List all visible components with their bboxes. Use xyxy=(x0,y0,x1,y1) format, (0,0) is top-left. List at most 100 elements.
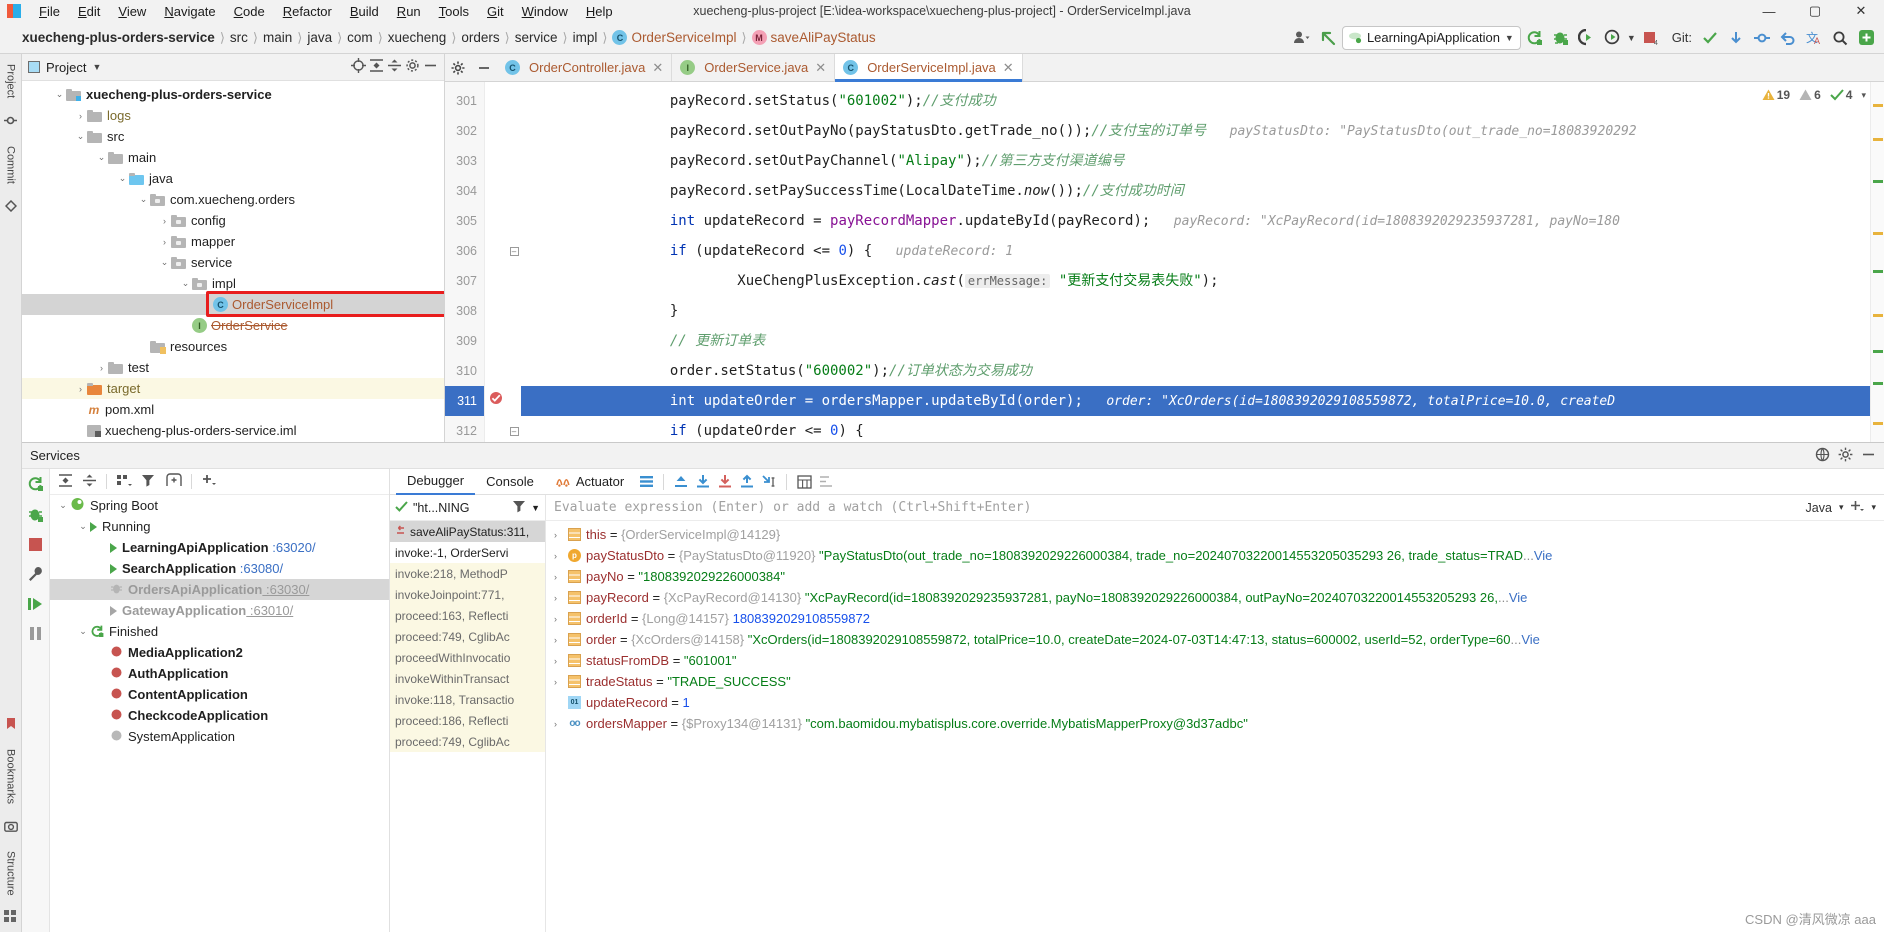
fold-marker[interactable] xyxy=(507,326,521,356)
tree-node-src[interactable]: ⌄ src xyxy=(22,126,444,147)
tree-expand-arrow[interactable]: ⌄ xyxy=(95,152,108,163)
strip-item-bookmarks[interactable]: Bookmarks xyxy=(5,749,17,804)
debugger-tab-strip[interactable]: Debugger Console Actuator xyxy=(390,469,1884,495)
tree-node-com.xuecheng.orders[interactable]: ⌄ com.xuecheng.orders xyxy=(22,189,444,210)
view-value-link[interactable]: Vie xyxy=(1521,632,1540,647)
breadcrumb-item-6[interactable]: orders xyxy=(461,30,499,45)
pause-program-icon[interactable] xyxy=(28,626,43,644)
collapse-all-services-icon[interactable] xyxy=(82,473,97,491)
stack-frame[interactable]: invokeWithinTransact xyxy=(390,668,545,689)
tree-node-OrderServiceImpl[interactable]: C OrderServiceImpl xyxy=(22,294,444,315)
tree-node-config[interactable]: › config xyxy=(22,210,444,231)
tree-node-pom.xml[interactable]: m pom.xml xyxy=(22,399,444,420)
service-expand-arrow[interactable]: ⌄ xyxy=(76,626,90,637)
close-button[interactable]: ✕ xyxy=(1838,3,1884,19)
service-port[interactable]: :63030/ xyxy=(262,582,309,597)
add-service-icon[interactable] xyxy=(201,473,217,491)
commit-icon[interactable] xyxy=(1750,26,1774,50)
step-into-icon[interactable] xyxy=(714,471,736,493)
expand-all-services-icon[interactable] xyxy=(58,473,73,491)
tree-node-OrderService[interactable]: I OrderService xyxy=(22,315,444,336)
variable-expand-arrow[interactable]: › xyxy=(554,677,568,687)
tree-node-target[interactable]: › target xyxy=(22,378,444,399)
fold-marker[interactable] xyxy=(507,176,521,206)
gutter-marker[interactable] xyxy=(485,296,507,326)
variable-row-ordersMapper[interactable]: › oo ordersMapper = {$Proxy134@14131} "com… xyxy=(546,713,1884,734)
stack-frame[interactable]: invoke:118, Transactio xyxy=(390,689,545,710)
profile-icon[interactable] xyxy=(1601,26,1625,50)
variable-expand-arrow[interactable]: › xyxy=(554,635,568,645)
menu-navigate[interactable]: Navigate xyxy=(155,2,224,21)
close-tab-icon[interactable]: ✕ xyxy=(815,60,826,76)
code-line-302[interactable]: payRecord.setOutPayNo(payStatusDto.getTr… xyxy=(521,116,1884,146)
sort-variables-icon[interactable] xyxy=(815,471,837,493)
tree-expand-arrow[interactable]: › xyxy=(158,216,171,226)
breadcrumb-item-10[interactable]: MsaveAliPayStatus xyxy=(751,30,876,45)
stack-frame[interactable]: proceed:749, CglibAc xyxy=(390,626,545,647)
editor-tab-OrderService.java[interactable]: I OrderService.java ✕ xyxy=(672,54,836,81)
tree-expand-arrow[interactable]: › xyxy=(158,237,171,247)
settings-gear-icon[interactable] xyxy=(405,58,420,76)
breadcrumb-item-4[interactable]: com xyxy=(347,30,373,45)
fold-marker[interactable]: – xyxy=(507,416,521,442)
breadcrumb-item-0[interactable]: xuecheng-plus-orders-service xyxy=(22,30,215,45)
undo-icon[interactable] xyxy=(1776,26,1800,50)
inspection-check-count[interactable]: 4 xyxy=(1830,88,1852,102)
fold-marker[interactable] xyxy=(507,296,521,326)
variable-expand-arrow[interactable]: › xyxy=(554,656,568,666)
menu-file[interactable]: File xyxy=(30,2,69,21)
code-line-312[interactable]: if (updateOrder <= 0) { xyxy=(521,416,1884,442)
variable-row-orderId[interactable]: › orderId = {Long@14157} 1808392029108559… xyxy=(546,608,1884,629)
editor-tab-strip[interactable]: C OrderController.java ✕ I OrderService.java… xyxy=(445,54,1884,82)
stop-service-icon[interactable] xyxy=(28,537,43,555)
camera-icon[interactable] xyxy=(3,820,18,835)
gutter-marker[interactable] xyxy=(485,176,507,206)
gutter-marker[interactable] xyxy=(485,266,507,296)
stack-frame[interactable]: invokeJoinpoint:771, xyxy=(390,584,545,605)
project-view-dropdown-icon[interactable]: ▼ xyxy=(92,62,101,72)
window-controls[interactable]: — ▢ ✕ xyxy=(1746,3,1884,19)
menu-build[interactable]: Build xyxy=(341,2,388,21)
service-node-ContentApplication[interactable]: ContentApplication xyxy=(50,684,389,705)
breadcrumb-item-1[interactable]: src xyxy=(230,30,248,45)
step-over-icon[interactable] xyxy=(692,471,714,493)
fold-marker[interactable] xyxy=(507,356,521,386)
variable-row-tradeStatus[interactable]: › tradeStatus = "TRADE_SUCCESS" xyxy=(546,671,1884,692)
translate-icon[interactable]: 文A xyxy=(1802,26,1826,50)
warning-count[interactable]: 19 xyxy=(1762,88,1790,102)
menu-git[interactable]: Git xyxy=(478,2,513,21)
variable-expand-arrow[interactable]: › xyxy=(554,530,568,540)
menu-view[interactable]: View xyxy=(109,2,155,21)
weak-warning-count[interactable]: 6 xyxy=(1799,88,1821,102)
inspection-summary[interactable]: 19 6 4 ▾ xyxy=(1762,88,1866,102)
inspection-scrollbar[interactable] xyxy=(1870,82,1884,442)
tab-console[interactable]: Console xyxy=(475,469,545,495)
evaluate-expression-icon[interactable] xyxy=(793,471,815,493)
variable-row-this[interactable]: › this = {OrderServiceImpl@14129} xyxy=(546,524,1884,545)
tab-debugger[interactable]: Debugger xyxy=(396,469,476,495)
service-node-MediaApplication2[interactable]: MediaApplication2 xyxy=(50,642,389,663)
stack-frame[interactable]: invoke:-1, OrderServi xyxy=(390,542,545,563)
menu-items[interactable]: File Edit View Navigate Code Refactor Build Run… xyxy=(30,4,622,19)
tree-expand-arrow[interactable]: › xyxy=(74,384,87,394)
stack-frame[interactable]: proceedWithInvocatio xyxy=(390,647,545,668)
code-line-308[interactable]: } xyxy=(521,296,1884,326)
checkmark-icon[interactable] xyxy=(1698,26,1722,50)
menu-refactor[interactable]: Refactor xyxy=(274,2,341,21)
profile-dropdown-icon[interactable]: ▼ xyxy=(1627,33,1636,43)
service-node-GatewayApplication[interactable]: GatewayApplication :63010/ xyxy=(50,600,389,621)
resume-program-icon[interactable] xyxy=(27,596,44,615)
service-port[interactable]: :63020/ xyxy=(269,540,315,555)
code-line-303[interactable]: payRecord.setOutPayChannel("Alipay");//第… xyxy=(521,146,1884,176)
frame-filter-icon[interactable] xyxy=(512,500,526,516)
services-help-icon[interactable] xyxy=(1815,447,1830,465)
service-node-OrdersApiApplication[interactable]: OrdersApiApplication :63030/ xyxy=(50,579,389,600)
stop-icon[interactable]: 4 xyxy=(1638,26,1662,50)
add-tab-icon[interactable] xyxy=(166,472,182,491)
gutter-marker[interactable] xyxy=(485,206,507,236)
hide-editor-icon[interactable] xyxy=(471,54,497,81)
service-port[interactable]: :63080/ xyxy=(236,561,283,576)
variables-list[interactable]: › this = {OrderServiceImpl@14129} › p paySt… xyxy=(546,521,1884,932)
project-tree[interactable]: ⌄ xuecheng-plus-orders-service › logs ⌄ src ⌄ m… xyxy=(22,81,444,442)
tab-actuator[interactable]: Actuator xyxy=(545,469,635,495)
